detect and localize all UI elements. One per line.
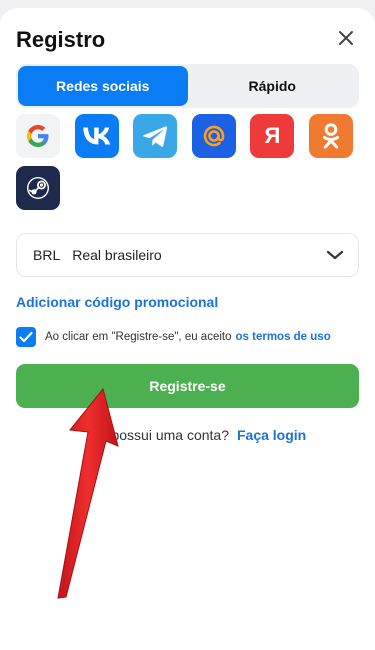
terms-row: Ao clicar em "Registre-se", eu aceito os… [16,327,361,347]
social-login-grid: Я [16,114,361,210]
tab-social-networks[interactable]: Redes sociais [18,66,188,106]
vk-button[interactable] [74,114,119,158]
terms-checkbox[interactable] [16,327,36,347]
yandex-button[interactable]: Я [250,114,295,158]
vk-icon [82,127,110,145]
steam-button[interactable] [16,166,60,210]
add-promo-code-link[interactable]: Adicionar código promocional [16,294,218,310]
currency-select[interactable]: BRL Real brasileiro [16,233,359,277]
tab-bar: Redes sociais Rápido [16,64,359,108]
odnoklassniki-button[interactable] [308,114,353,158]
login-prompt: Já possui uma conta? Faça login [0,427,375,443]
google-icon [27,125,49,147]
yandex-icon: Я [264,123,281,148]
odnoklassniki-icon [322,123,339,149]
terms-of-use-link[interactable]: os termos de uso [236,331,331,343]
currency-code: BRL [33,247,61,263]
telegram-button[interactable] [133,114,178,158]
steam-icon [27,177,49,199]
at-sign-icon [203,125,225,147]
mailru-button[interactable] [191,114,236,158]
close-icon [339,31,353,45]
tab-quick[interactable]: Rápido [188,66,358,106]
login-link[interactable]: Faça login [237,427,306,443]
telegram-icon [143,126,168,147]
check-icon [19,331,33,343]
currency-name: Real brasileiro [72,247,162,263]
close-button[interactable] [334,26,358,50]
chevron-down-icon [326,250,344,260]
register-button[interactable]: Registre-se [16,364,359,408]
terms-text: Ao clicar em "Registre-se", eu aceito [45,331,232,343]
dialog-title: Registro [16,27,106,52]
login-question: Já possui uma conta? [92,427,229,443]
google-button[interactable] [16,114,60,158]
